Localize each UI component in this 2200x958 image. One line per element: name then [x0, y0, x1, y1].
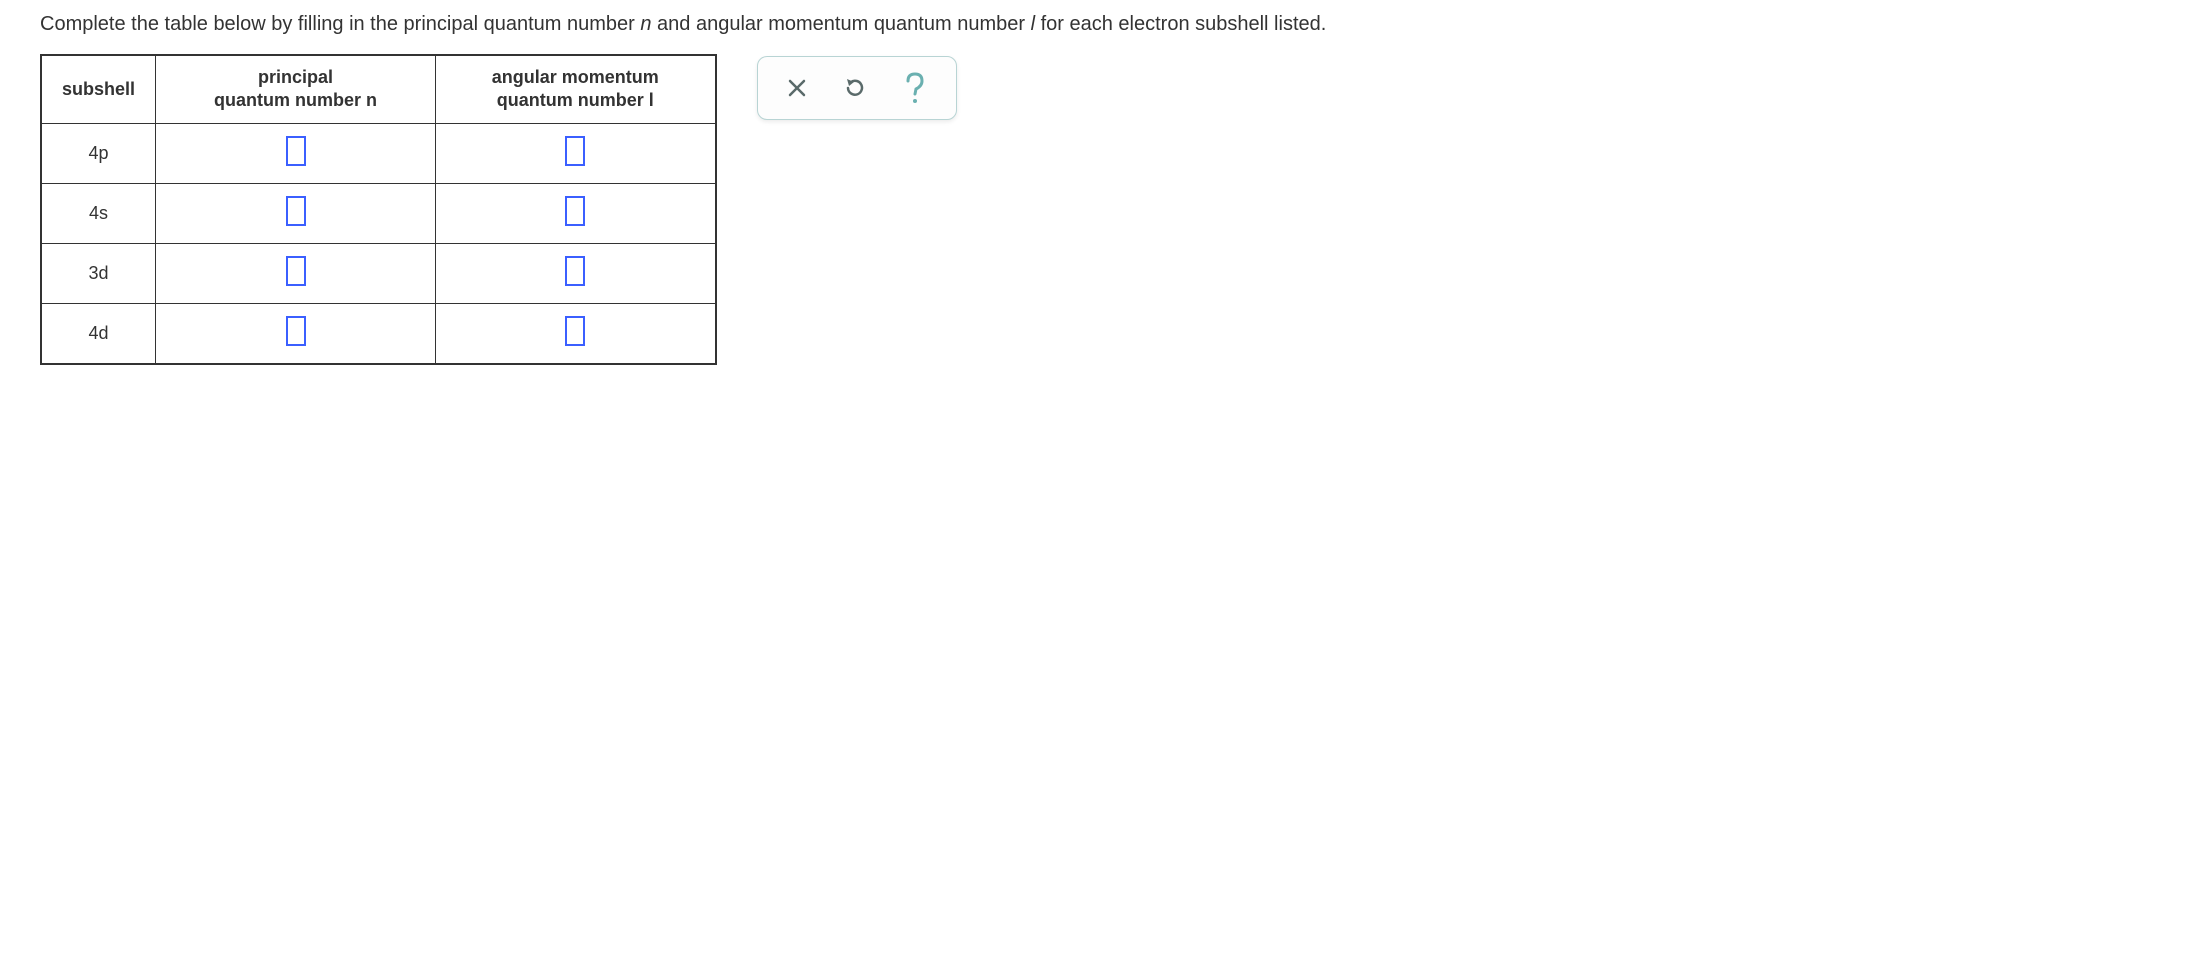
header-angular-line1: angular momentum [492, 67, 659, 87]
header-principal: principal quantum number n [156, 55, 436, 123]
header-angular: angular momentum quantum number l [436, 55, 716, 123]
reset-icon [842, 75, 868, 101]
l-cell [436, 243, 716, 303]
l-input[interactable] [565, 316, 585, 346]
subshell-cell: 3d [41, 243, 156, 303]
n-cell [156, 183, 436, 243]
table-row: 4d [41, 303, 716, 364]
quantum-table: subshell principal quantum number n angu… [40, 54, 717, 365]
header-principal-line2-pre: quantum number [214, 90, 366, 110]
table-row: 4s [41, 183, 716, 243]
subshell-value: 4d [89, 323, 109, 343]
l-cell [436, 123, 716, 183]
n-input[interactable] [286, 256, 306, 286]
l-input[interactable] [565, 256, 585, 286]
content-row: subshell principal quantum number n angu… [40, 54, 2160, 365]
n-cell [156, 303, 436, 364]
l-input[interactable] [565, 136, 585, 166]
instruction-mid: and angular momentum quantum number [651, 13, 1030, 35]
help-button[interactable] [902, 71, 928, 105]
subshell-cell: 4s [41, 183, 156, 243]
l-input[interactable] [565, 196, 585, 226]
l-cell [436, 303, 716, 364]
instruction-pre: Complete the table below by filling in t… [40, 13, 640, 35]
subshell-cell: 4d [41, 303, 156, 364]
x-icon [786, 77, 808, 99]
subshell-value: 3d [89, 263, 109, 283]
header-principal-line1: principal [258, 67, 333, 87]
instruction-var-n: n [640, 13, 651, 35]
header-subshell-text: subshell [62, 79, 135, 99]
table-row: 4p [41, 123, 716, 183]
clear-button[interactable] [786, 77, 808, 99]
subshell-value: 4s [89, 203, 108, 223]
subshell-cell: 4p [41, 123, 156, 183]
table-row: 3d [41, 243, 716, 303]
header-angular-var: l [649, 90, 654, 110]
question-icon [902, 71, 928, 105]
n-input[interactable] [286, 136, 306, 166]
n-cell [156, 123, 436, 183]
instruction-text: Complete the table below by filling in t… [40, 10, 2160, 38]
toolbar [757, 56, 957, 120]
n-cell [156, 243, 436, 303]
subshell-value: 4p [89, 143, 109, 163]
header-subshell: subshell [41, 55, 156, 123]
l-cell [436, 183, 716, 243]
n-input[interactable] [286, 316, 306, 346]
reset-button[interactable] [842, 75, 868, 101]
header-angular-line2-pre: quantum number [497, 90, 649, 110]
n-input[interactable] [286, 196, 306, 226]
instruction-post: for each electron subshell listed. [1035, 13, 1326, 35]
header-principal-var: n [366, 90, 377, 110]
